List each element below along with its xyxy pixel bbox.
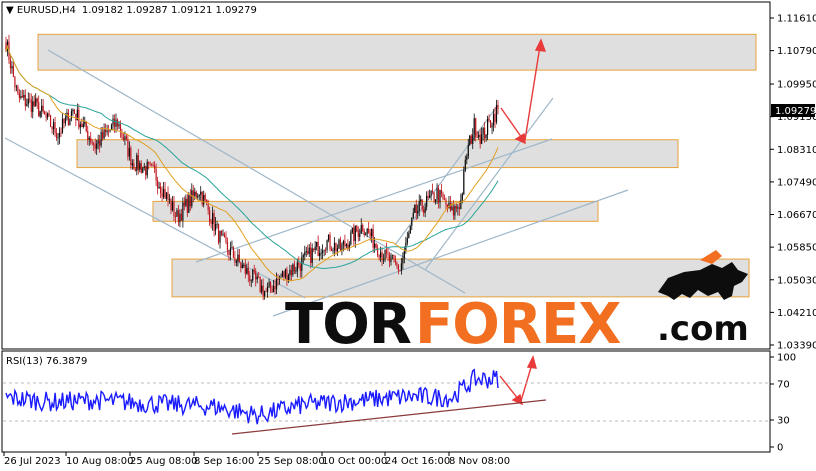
candle [232,246,235,259]
zone-3 [152,200,599,222]
candle [356,224,358,233]
candle [281,270,284,278]
candle [338,238,340,250]
candle [85,121,87,133]
candle [49,114,52,128]
time-tick-label: 24 Oct 16:00 [385,456,450,467]
time-tick-label: 10 Aug 08:00 [66,456,133,467]
candle [201,191,203,207]
time-tick-label: 25 Aug 08:00 [130,456,197,467]
price-tick-label: 1.11610 [777,14,816,25]
candle [69,118,71,126]
time-tick-label: 10 Oct 00:00 [322,456,387,467]
time-tick-label: 25 Sep 08:00 [258,456,325,467]
zone-2 [76,139,679,169]
time-axis: 26 Jul 2023 10 Aug 08:0025 Aug 08:008 Sep… [3,452,510,467]
candle [259,276,261,294]
candle [463,166,465,196]
time-tick-label: 8 Nov 08:00 [449,456,510,467]
rsi-tick-label: 0 [777,443,783,454]
rsi-frame [1,350,771,453]
candle [292,263,294,277]
time-tick-label: 26 Jul 2023 [4,456,61,467]
rsi-tick-label: 30 [777,416,790,427]
price-tick-label: 1.09950 [777,80,816,91]
watermark-tor: TOR [285,292,411,357]
time-tick-label: 8 Sep 16:00 [194,456,254,467]
candle [329,232,331,252]
price-tick-label: 1.03390 [777,341,816,352]
price-tick-label: 1.07490 [777,177,816,188]
chart-header: ▼ EURUSD,H4 1.09182 1.09287 1.09121 1.092… [6,5,257,16]
price-tick-label: 1.10790 [777,46,816,57]
candle [409,225,411,234]
header-ohlc: 1.09182 1.09287 1.09121 1.09279 [82,5,257,16]
price-tick-label: 1.05030 [777,275,816,286]
zone-1 [37,33,757,71]
header-symbol: EURUSD,H4 [17,5,76,16]
candle [217,223,220,245]
price-tick-label: 1.05850 [777,243,816,254]
watermark-forex: FOREX [415,292,621,357]
current-price-label: 1.09279 [771,104,816,117]
price-tick-label: 1.04210 [777,308,816,319]
rsi-tick-label: 70 [777,380,790,391]
price-axis: 1.116101.107901.099501.091301.083101.074… [770,14,816,352]
price-tick-label: 1.08310 [777,145,816,156]
rsi-header: RSI(13) 76.3879 [6,356,87,367]
header-dropdown-icon[interactable]: ▼ [6,5,17,16]
candle [414,204,416,214]
rsi-axis: 100 70 30 0 [770,353,796,454]
price-tick-label: 1.06670 [777,210,816,221]
candle [489,120,492,129]
rsi-tick-label: 100 [777,353,796,364]
candle [433,192,435,203]
candle [469,134,471,147]
chart-canvas: TOR FOREX .com ▼ EURUSD,H4 1.09182 1.0928… [1,1,816,467]
current-price-value: 1.09279 [775,106,816,117]
watermark-com: .com [657,309,749,349]
